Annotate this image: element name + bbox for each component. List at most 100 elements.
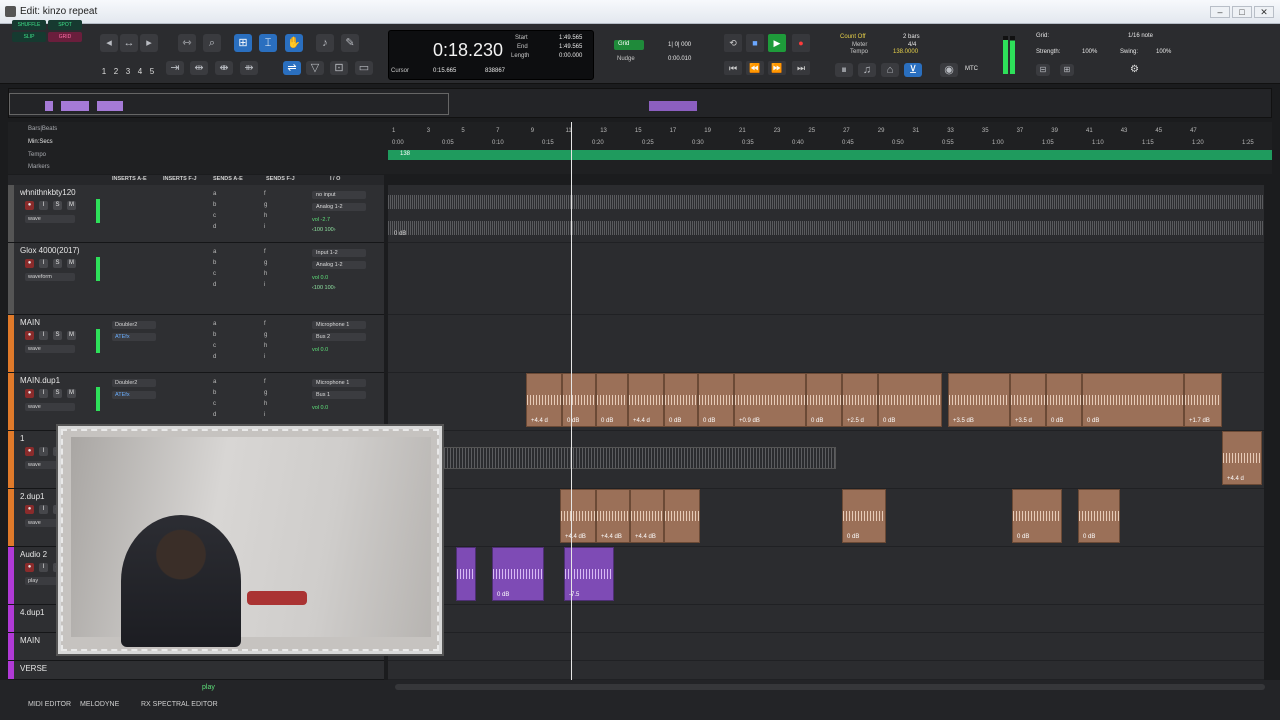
grid-value[interactable]: 1| 0| 000 bbox=[668, 42, 691, 48]
insertion-follows-icon[interactable]: ⇻ bbox=[240, 61, 258, 75]
send-slot[interactable]: i bbox=[264, 412, 265, 418]
selector-tool-icon[interactable]: ⌶ bbox=[259, 34, 277, 52]
send-slot[interactable]: i bbox=[264, 282, 265, 288]
input-selector[interactable]: Input 1-2 bbox=[312, 249, 366, 257]
minimize-button[interactable]: – bbox=[1210, 6, 1230, 18]
output-selector[interactable]: Bus 1 bbox=[312, 391, 366, 399]
track-view-selector[interactable]: wave bbox=[25, 403, 75, 411]
input-monitor-button[interactable]: I bbox=[39, 331, 48, 340]
input-monitor-button[interactable]: I bbox=[39, 505, 48, 514]
audio-clip[interactable]: 0 dB bbox=[664, 373, 698, 427]
solo-button[interactable]: S bbox=[53, 389, 62, 398]
audio-clip[interactable]: +4.4 dB bbox=[596, 489, 630, 543]
melodyne-tab[interactable]: MELODYNE bbox=[80, 701, 119, 708]
send-slot[interactable]: f bbox=[264, 191, 266, 197]
send-slot[interactable]: a bbox=[213, 321, 216, 327]
audio-clip[interactable]: +3.5 dB bbox=[948, 373, 1010, 427]
send-slot[interactable]: g bbox=[264, 260, 267, 266]
swing-value[interactable]: 100% bbox=[1156, 49, 1171, 55]
audio-clip[interactable]: +4.4 d bbox=[1222, 431, 1262, 485]
audio-clip[interactable]: 0 dB bbox=[1078, 489, 1120, 543]
track-view-selector[interactable]: wave bbox=[25, 215, 75, 223]
pencil-tool-icon[interactable]: ✎ bbox=[341, 34, 359, 52]
input-monitor-button[interactable]: I bbox=[39, 563, 48, 572]
send-slot[interactable]: c bbox=[213, 343, 216, 349]
send-slot[interactable]: i bbox=[264, 224, 265, 230]
grid-toggle[interactable]: Grid bbox=[614, 40, 644, 50]
end-value[interactable]: 1:49.565 bbox=[559, 44, 582, 50]
track-header[interactable]: Glox 4000(2017) ● I S Mwaveform Input 1-2 Anal… bbox=[8, 243, 384, 315]
send-slot[interactable]: a bbox=[213, 379, 216, 385]
grabber-tool-icon[interactable]: ✋ bbox=[285, 34, 303, 52]
track-name[interactable]: 4.dup1 bbox=[20, 608, 44, 617]
link-track-icon[interactable]: ⇼ bbox=[215, 61, 233, 75]
audio-clip[interactable] bbox=[456, 547, 476, 601]
volume-readout[interactable]: vol 0.0 bbox=[312, 405, 328, 411]
stop-icon[interactable]: ■ bbox=[746, 34, 764, 52]
tempo-ruler-bar[interactable]: 138 bbox=[388, 150, 1272, 160]
zoom-horizontal-icon[interactable]: ↔ bbox=[120, 34, 138, 52]
audio-clip[interactable] bbox=[428, 447, 836, 469]
solo-button[interactable]: S bbox=[53, 201, 62, 210]
maximize-button[interactable]: □ bbox=[1232, 6, 1252, 18]
audio-clip[interactable]: +2.5 d bbox=[842, 373, 878, 427]
slip-mode-button[interactable]: SLIP bbox=[12, 32, 46, 42]
output-selector[interactable]: Bus 2 bbox=[312, 333, 366, 341]
mute-button[interactable]: M bbox=[67, 259, 76, 268]
track-header[interactable]: MAIN ● I S Mwave Doubler2 ATEfx Microphone 1 Bus… bbox=[8, 315, 384, 373]
input-monitor-button[interactable]: I bbox=[39, 201, 48, 210]
go-to-end-icon[interactable]: ⏭ bbox=[792, 61, 810, 75]
send-slot[interactable]: h bbox=[264, 401, 267, 407]
volume-readout[interactable]: vol 0.0 bbox=[312, 275, 328, 281]
horizontal-scrollbar[interactable] bbox=[395, 684, 1265, 690]
strength-value[interactable]: 100% bbox=[1082, 49, 1097, 55]
mtc-label[interactable]: MTC bbox=[965, 66, 978, 72]
grid-mode-button[interactable]: GRID bbox=[48, 32, 82, 42]
audio-clip[interactable]: +4.4 dB bbox=[630, 489, 664, 543]
track-lane[interactable] bbox=[388, 633, 1264, 661]
lock-icon[interactable]: ⊟ bbox=[1036, 64, 1050, 76]
track-name[interactable]: whnithnkbty120 bbox=[20, 188, 76, 197]
quantize-icon[interactable]: ⊞ bbox=[1060, 64, 1074, 76]
audio-clip[interactable]: 0 dB bbox=[1012, 489, 1062, 543]
audio-clip[interactable]: +4.4 dB bbox=[560, 489, 596, 543]
send-slot[interactable]: b bbox=[213, 332, 216, 338]
playhead-cursor[interactable] bbox=[571, 122, 572, 682]
nudge-value[interactable]: 0:00.010 bbox=[668, 56, 691, 62]
tempo-value[interactable]: 138.0000 bbox=[893, 49, 918, 55]
track-name[interactable]: MAIN bbox=[20, 636, 40, 645]
track-name[interactable]: VERSE bbox=[20, 664, 47, 673]
track-header[interactable]: whnithnkbty120 ● I S Mwave no input Analog 1-2… bbox=[8, 185, 384, 243]
tempo-marker[interactable]: 138 bbox=[400, 151, 410, 157]
send-slot[interactable]: d bbox=[213, 282, 216, 288]
audio-clip[interactable]: 0 dB bbox=[492, 547, 544, 601]
audio-clip[interactable]: 0 dB bbox=[842, 489, 886, 543]
zoomer-tool-icon[interactable]: ⌕ bbox=[203, 34, 221, 52]
send-slot[interactable]: g bbox=[264, 390, 267, 396]
send-slot[interactable]: a bbox=[213, 191, 216, 197]
zoom-preset-2[interactable]: 2 bbox=[111, 66, 121, 77]
audio-clip[interactable]: +3.5 d bbox=[1010, 373, 1046, 427]
track-lane[interactable] bbox=[388, 605, 1264, 633]
wait-for-note-icon[interactable]: ♫ bbox=[858, 63, 876, 77]
online-icon[interactable]: ◉ bbox=[940, 63, 958, 77]
send-slot[interactable]: f bbox=[264, 249, 266, 255]
spot-mode-button[interactable]: SPOT bbox=[48, 20, 82, 30]
track-name[interactable]: MAIN.dup1 bbox=[20, 376, 60, 385]
track-header[interactable]: VERSE bbox=[8, 661, 384, 680]
send-slot[interactable]: b bbox=[213, 202, 216, 208]
insert-plugin[interactable]: ATEfx bbox=[112, 333, 156, 341]
output-selector[interactable]: Analog 1-2 bbox=[312, 261, 366, 269]
zoom-preset-3[interactable]: 3 bbox=[123, 66, 133, 77]
start-value[interactable]: 1:49.565 bbox=[559, 35, 582, 41]
send-slot[interactable]: h bbox=[264, 271, 267, 277]
send-slot[interactable]: c bbox=[213, 401, 216, 407]
send-slot[interactable]: g bbox=[264, 202, 267, 208]
audio-clip[interactable]: 0 dB bbox=[1046, 373, 1082, 427]
track-name[interactable]: MAIN bbox=[20, 318, 40, 327]
send-slot[interactable]: d bbox=[213, 354, 216, 360]
pan-readout[interactable]: ‹100 100› bbox=[312, 227, 336, 233]
insert-plugin[interactable]: ATEfx bbox=[112, 391, 156, 399]
scrubber-tool-icon[interactable]: ♪ bbox=[316, 34, 334, 52]
main-counter-value[interactable]: 0:18.230 bbox=[433, 40, 503, 61]
